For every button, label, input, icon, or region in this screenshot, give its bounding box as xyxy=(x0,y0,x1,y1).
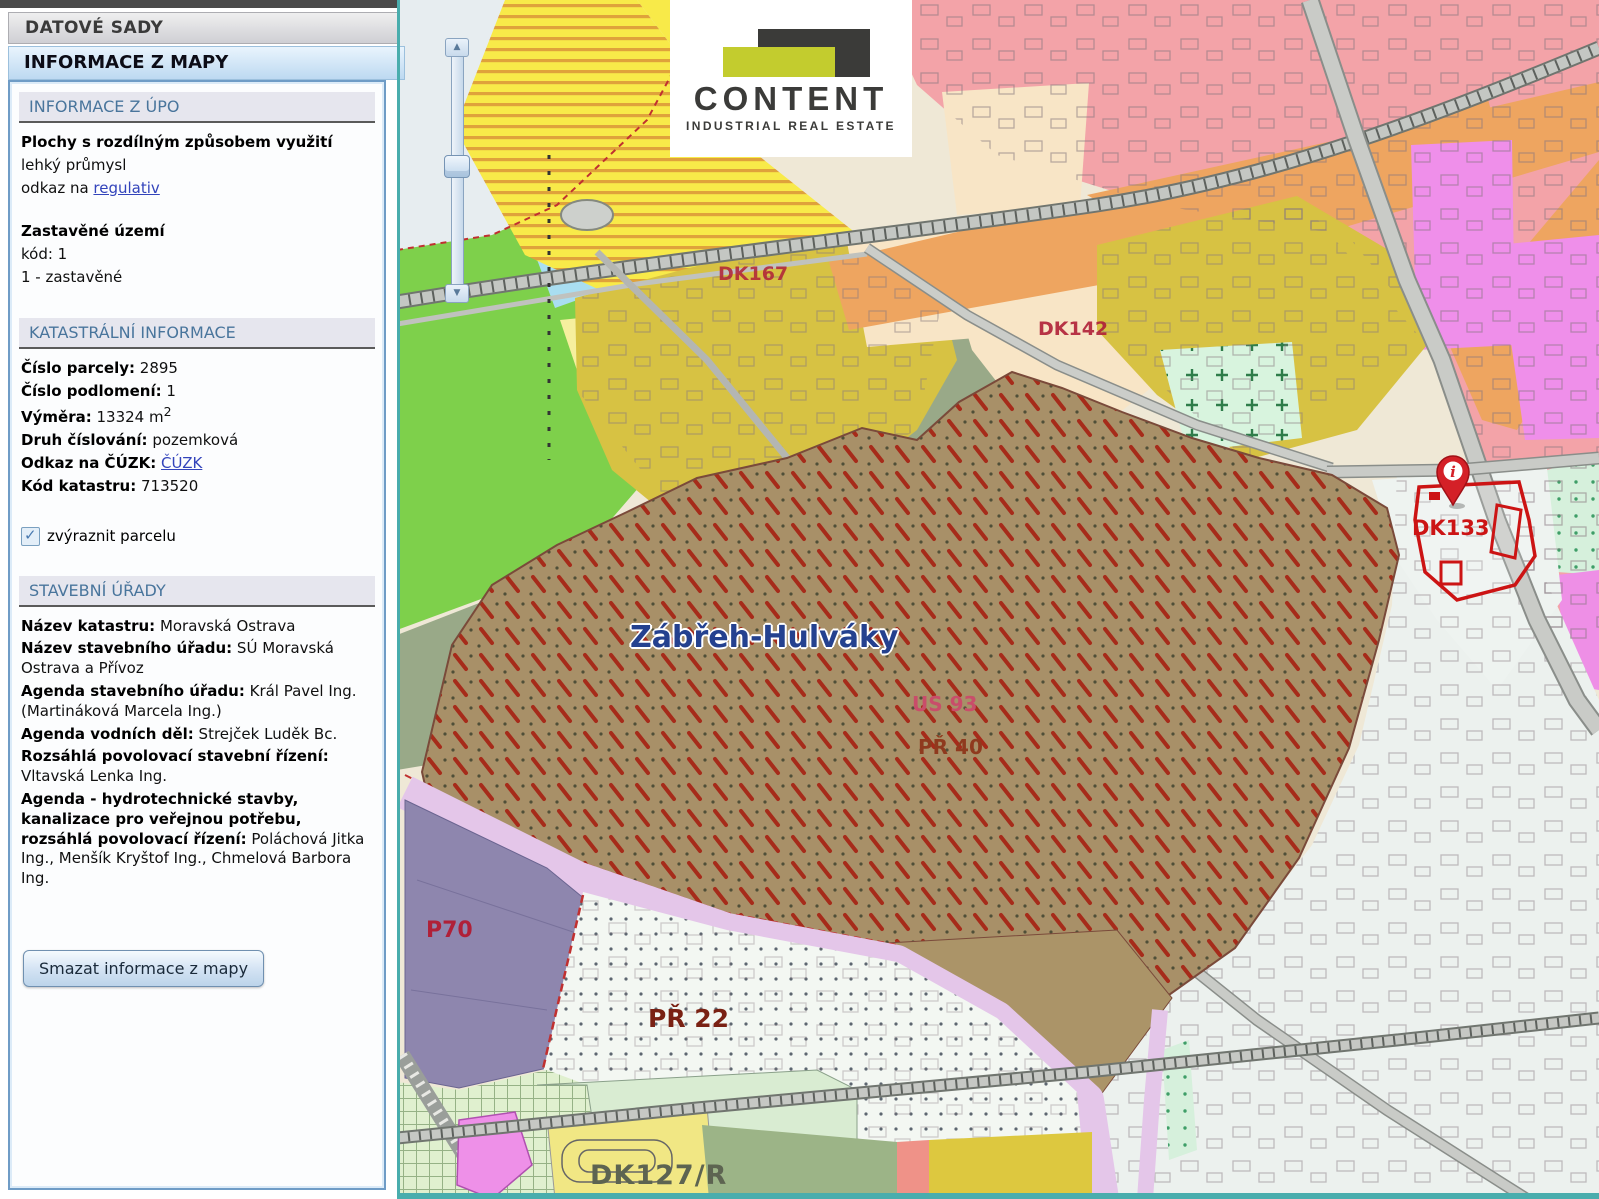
regulativ-link[interactable]: regulativ xyxy=(93,179,159,197)
highlight-parcel-row: zvýraznit parcelu xyxy=(21,527,373,546)
built-code-line: kód: 1 xyxy=(21,245,373,265)
map-label-dk127: DK127/R xyxy=(590,1160,727,1191)
section-title-authorities: STAVEBNÍ ÚŘADY xyxy=(19,576,375,607)
cadastre-row: Odkaz na ČÚZK: ČÚZK xyxy=(21,454,373,474)
authority-row: Agenda stavebního úřadu: Král Pavel Ing.… xyxy=(21,682,373,722)
datasets-header[interactable]: DATOVÉ SADY xyxy=(8,12,400,44)
land-use-value: lehký průmysl xyxy=(21,156,373,176)
checkbox-checked-icon[interactable] xyxy=(21,527,40,546)
zoom-in-button[interactable]: ▲ xyxy=(445,38,469,57)
cadastre-row: Číslo parcely: 2895 xyxy=(21,359,373,379)
map-label-pr40: PŘ 40 xyxy=(918,735,983,759)
map-bottom-border xyxy=(397,1193,1599,1199)
zoom-out-button[interactable]: ▼ xyxy=(445,284,469,303)
map-label-p70: P70 xyxy=(426,918,473,943)
logo-wordmark: CONTENT xyxy=(670,80,912,118)
land-use-heading: Plochy s rozdílným způsobem využití xyxy=(21,133,332,151)
map-viewport[interactable]: i Zábřeh-Hulváky US 93 PŘ 40 DK167 DK142… xyxy=(397,0,1599,1199)
zoom-slider-handle[interactable] xyxy=(444,155,470,178)
map-label-district: Zábřeh-Hulváky xyxy=(630,620,898,655)
map-left-border xyxy=(397,0,400,1199)
cadastre-row: Druh číslování: pozemková xyxy=(21,431,373,451)
logo-tagline: INDUSTRIAL REAL ESTATE xyxy=(670,119,912,133)
authority-row: Rozsáhlá povolovací stavební řízení: Vlt… xyxy=(21,747,373,787)
map-label-dk142: DK142 xyxy=(1038,318,1108,340)
map-label-dk133: DK133 xyxy=(1412,516,1490,540)
built-code-value: 1 - zastavěné xyxy=(21,268,373,288)
info-icon: i xyxy=(1450,463,1456,481)
map-label-us93: US 93 xyxy=(912,692,977,716)
map-info-panel: INFORMACE Z ÚPO Plochy s rozdílným způso… xyxy=(8,80,386,1190)
logo-lime-block xyxy=(723,47,835,77)
map-label-dk167: DK167 xyxy=(718,263,788,285)
section-title-upo: INFORMACE Z ÚPO xyxy=(19,92,375,123)
section-title-cadastre: KATASTRÁLNÍ INFORMACE xyxy=(19,318,375,349)
cadastre-row: Výměra: 13324 m2 xyxy=(21,404,373,428)
regulativ-line: odkaz na regulativ xyxy=(21,179,373,199)
authority-row: Agenda - hydrotechnické stavby, kanaliza… xyxy=(21,790,373,889)
authority-row: Agenda vodních děl: Strejček Luděk Bc. xyxy=(21,725,373,745)
checkbox-label: zvýraznit parcelu xyxy=(47,527,176,545)
content-logo: CONTENT INDUSTRIAL REAL ESTATE xyxy=(670,0,912,157)
map-info-header[interactable]: INFORMACE Z MAPY xyxy=(8,46,405,80)
built-area-heading: Zastavěné území xyxy=(21,222,165,240)
map-label-pr22: PŘ 22 xyxy=(648,1004,729,1033)
cadastre-row: Kód katastru: 713520 xyxy=(21,477,373,497)
clear-map-info-button[interactable]: Smazat informace z mapy xyxy=(23,950,264,987)
cuzk-link[interactable]: ČÚZK xyxy=(161,454,202,472)
authority-row: Název katastru: Moravská Ostrava xyxy=(21,617,373,637)
top-strip xyxy=(0,0,397,8)
cadastre-row: Číslo podlomení: 1 xyxy=(21,382,373,402)
app-window: i Zábřeh-Hulváky US 93 PŘ 40 DK167 DK142… xyxy=(0,0,1599,1199)
authority-row: Název stavebního úřadu: SÚ Moravská Ostr… xyxy=(21,639,373,679)
zoning-map-canvas: i xyxy=(397,0,1599,1199)
